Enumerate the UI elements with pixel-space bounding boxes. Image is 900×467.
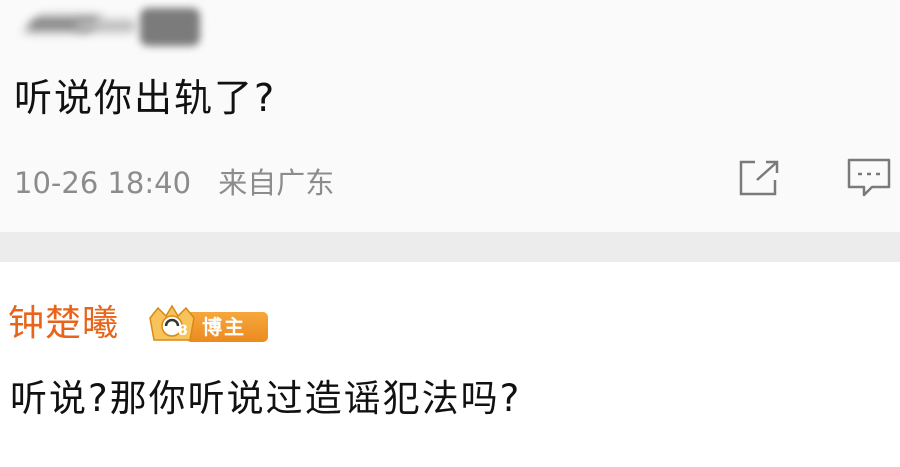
post-timestamp: 10-26 18:40 — [14, 166, 192, 200]
comment-author-name[interactable]: 钟楚曦 — [8, 300, 119, 348]
crown-icon — [149, 304, 195, 341]
comment-text: 听说?那你听说过造谣犯法吗? — [10, 377, 522, 420]
share-icon[interactable] — [737, 158, 781, 198]
blogger-badge: 8 博主 — [146, 304, 268, 346]
post-text: 听说你出轨了? — [14, 76, 277, 120]
redacted-username — [24, 6, 203, 50]
comment-item: 钟楚曦 8 博主 听说?那你听说过造谣犯法吗? — [0, 262, 900, 467]
badge-label: 博主 — [202, 315, 246, 339]
section-divider — [0, 232, 900, 262]
comment-icon[interactable] — [846, 157, 892, 199]
original-post: 听说你出轨了? 10-26 18:40 来自广东 — [0, 0, 900, 232]
post-meta: 10-26 18:40 来自广东 — [14, 160, 352, 202]
post-source: 来自广东 — [218, 166, 335, 200]
badge-level: 8 — [178, 323, 188, 339]
